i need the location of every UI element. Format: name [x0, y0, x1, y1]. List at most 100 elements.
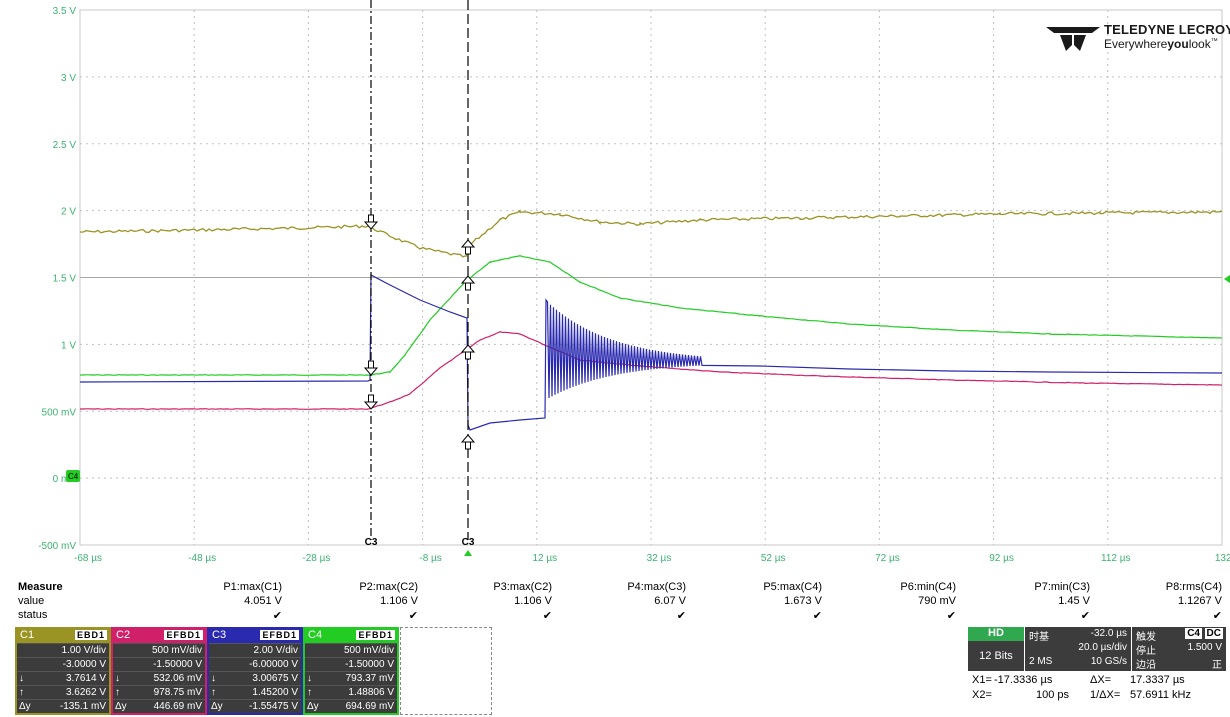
trademark-symbol: ™ — [1210, 38, 1218, 45]
row-value: -135.1 mV — [59, 701, 106, 712]
measure-value-row: value 4.051 V 1.106 V 1.106 V 6.07 V 1.673 V… — [0, 595, 1230, 609]
trigger-mode: 停止 — [1136, 646, 1156, 657]
status-check-icon: ✔ — [812, 610, 822, 622]
x-axis-labels: -68 µs -48 µs -28 µs -8 µs 12 µs 32 µs 52 µs 72… — [74, 553, 1230, 564]
channel-row: ↑ 1.48806 V — [305, 685, 397, 699]
row-value: -1.50000 V — [153, 659, 202, 670]
logo-brand-text: TELEDYNE LECROY — [1104, 22, 1230, 37]
status-check-icon: ✔ — [1080, 610, 1090, 622]
channel-header: C1 EBD1 — [17, 629, 109, 643]
measure-param-name[interactable]: P8:rms(C4) — [1102, 581, 1222, 593]
row-value: -3.0000 V — [62, 659, 106, 670]
row-value: 3.7614 V — [65, 673, 106, 684]
channel-row: -6.00000 V — [209, 657, 301, 671]
ground-marker-c4[interactable]: C4 — [66, 470, 80, 482]
channel-descriptor-c1[interactable]: C1 EBD1 1.00 V/div -3.0000 V ↓ 3.7614 V ↑ 3.626… — [15, 627, 111, 715]
dx-value: 17.3337 µs — [1130, 674, 1185, 686]
row-value: -1.50000 V — [345, 659, 394, 670]
row-value: 532.06 mV — [153, 673, 202, 684]
x-axis-label: 72 µs — [875, 553, 900, 564]
waveform-display[interactable]: 3.5 V3 V2.5 V2 V1.5 V1 V500 mV0 mV-500 m… — [0, 0, 1230, 578]
row-value: 3.00675 V — [252, 673, 298, 684]
channel-row: 2.00 V/div — [209, 643, 301, 657]
row-value: 978.75 mV — [153, 687, 202, 698]
measure-param-value: 1.106 V — [514, 595, 552, 607]
trigger-slope: 正 — [1212, 660, 1222, 671]
x1-value: -17.3336 µs — [994, 674, 1053, 686]
cursor-label: C3 — [462, 537, 475, 548]
measure-param-name[interactable]: P3:max(C2) — [432, 581, 552, 593]
timebase-label: 时基 — [1029, 632, 1049, 643]
y-axis-label: 1.5 V — [53, 274, 77, 285]
cursor-label: C3 — [365, 537, 378, 548]
x-axis-label: -48 µs — [188, 553, 216, 564]
measure-param-value: 1.106 V — [380, 595, 418, 607]
row-value: 500 mV/div — [151, 645, 202, 656]
row-value: 500 mV/div — [343, 645, 394, 656]
channel-descriptor-c4[interactable]: C4 EFBD1 500 mV/div -1.50000 V ↓ 793.37 mV ↑ 1.… — [303, 627, 399, 715]
cursor-readout: X1= -17.3336 µs ΔX= 17.3337 µs X2= 100 p… — [972, 673, 1228, 715]
channel-row: ↓ 793.37 mV — [305, 671, 397, 685]
timebase-descriptor[interactable]: 时基 -32.0 µs 20.0 µs/div 2 MS 10 GS/s — [1025, 627, 1131, 671]
ground-marker-label: C4 — [68, 472, 79, 481]
inv-dx-label: 1/ΔX= — [1090, 689, 1121, 701]
channel-row: -1.50000 V — [305, 657, 397, 671]
channel-row: ↓ 3.7614 V — [17, 671, 109, 685]
traces — [79, 209, 1223, 431]
status-check-icon: ✔ — [1212, 610, 1222, 622]
x-axis-label: 92 µs — [989, 553, 1014, 564]
y-axis-label: 3 V — [61, 73, 76, 84]
channel-name: C1 — [20, 629, 35, 641]
inv-dx-value: 57.6911 kHz — [1130, 689, 1191, 701]
channel-descriptor-c2[interactable]: C2 EFBD1 500 mV/div -1.50000 V ↓ 532.06 mV ↑ 97… — [111, 627, 207, 715]
x2-value: 100 ps — [1036, 689, 1070, 701]
measure-param-name[interactable]: P2:max(C2) — [298, 581, 418, 593]
hd-mode-badge: HD — [968, 627, 1024, 641]
row-value: 3.6262 V — [65, 687, 106, 698]
measure-param-value: 6.07 V — [654, 595, 686, 607]
channel-row: ↑ 1.45200 V — [209, 685, 301, 699]
channel-row: ↑ 3.6262 V — [17, 685, 109, 699]
row-value: -1.55475 V — [249, 701, 298, 712]
y-axis-label: 500 mV — [42, 407, 77, 418]
trigger-descriptor[interactable]: 触发 C4 DC 停止 1.500 V 边沿 正 — [1132, 627, 1226, 671]
channel-header: C4 EFBD1 — [305, 629, 397, 643]
row-symbol: ↓ — [115, 673, 120, 684]
cursor-down-arrow-icon — [363, 360, 379, 376]
channel-row: 1.00 V/div — [17, 643, 109, 657]
status-check-icon: ✔ — [272, 610, 282, 622]
measure-param-name[interactable]: P4:max(C3) — [566, 581, 686, 593]
channel-flags: EFBD1 — [356, 630, 395, 640]
row-value: 1.48806 V — [348, 687, 394, 698]
timebase-delay: -32.0 µs — [1090, 628, 1127, 639]
measure-param-value: 790 mV — [918, 595, 956, 607]
right-edge-trigger-marker — [1224, 275, 1230, 283]
trigger-label: 触发 — [1136, 632, 1156, 643]
measure-param-name[interactable]: P1:max(C1) — [162, 581, 282, 593]
trigger-type: 边沿 — [1136, 660, 1156, 671]
row-value: 2.00 V/div — [253, 645, 298, 656]
channel-descriptor-c3[interactable]: C3 EFBD1 2.00 V/div -6.00000 V ↓ 3.00675 V ↑ 1.… — [207, 627, 303, 715]
cursor-up-arrow-icon — [460, 434, 476, 450]
channel-row: ↓ 3.00675 V — [209, 671, 301, 685]
channel-name: C4 — [308, 629, 323, 641]
logo-tagline: Everywhereyoulook™ — [1104, 37, 1218, 51]
status-row-label: status — [18, 609, 48, 621]
row-value: 1.00 V/div — [61, 645, 106, 656]
empty-descriptor-slot[interactable] — [400, 627, 492, 715]
measure-table[interactable]: Measure P1:max(C1) P2:max(C2) P3:max(C2) P4… — [0, 578, 1230, 624]
measure-param-name[interactable]: P7:min(C3) — [970, 581, 1090, 593]
row-symbol: Δy — [19, 701, 31, 712]
tagline-post: look — [1188, 37, 1211, 51]
timebase-trigger-panel[interactable]: HD 12 Bits 时基 -32.0 µs 20.0 µs/div 2 MS … — [968, 627, 1226, 671]
x1-label: X1= — [972, 674, 992, 686]
x-axis-label: 112 µs — [1101, 553, 1130, 564]
x-axis-label: 32 µs — [647, 553, 672, 564]
cursor-up-arrow-icon — [460, 344, 476, 360]
channel-flags: EBD1 — [74, 630, 107, 640]
y-axis-label: 1 V — [61, 340, 76, 351]
channel-row: 500 mV/div — [305, 643, 397, 657]
measure-header-row: Measure P1:max(C1) P2:max(C2) P3:max(C2) P4… — [0, 581, 1230, 595]
measure-param-name[interactable]: P5:max(C4) — [702, 581, 822, 593]
measure-param-name[interactable]: P6:min(C4) — [836, 581, 956, 593]
